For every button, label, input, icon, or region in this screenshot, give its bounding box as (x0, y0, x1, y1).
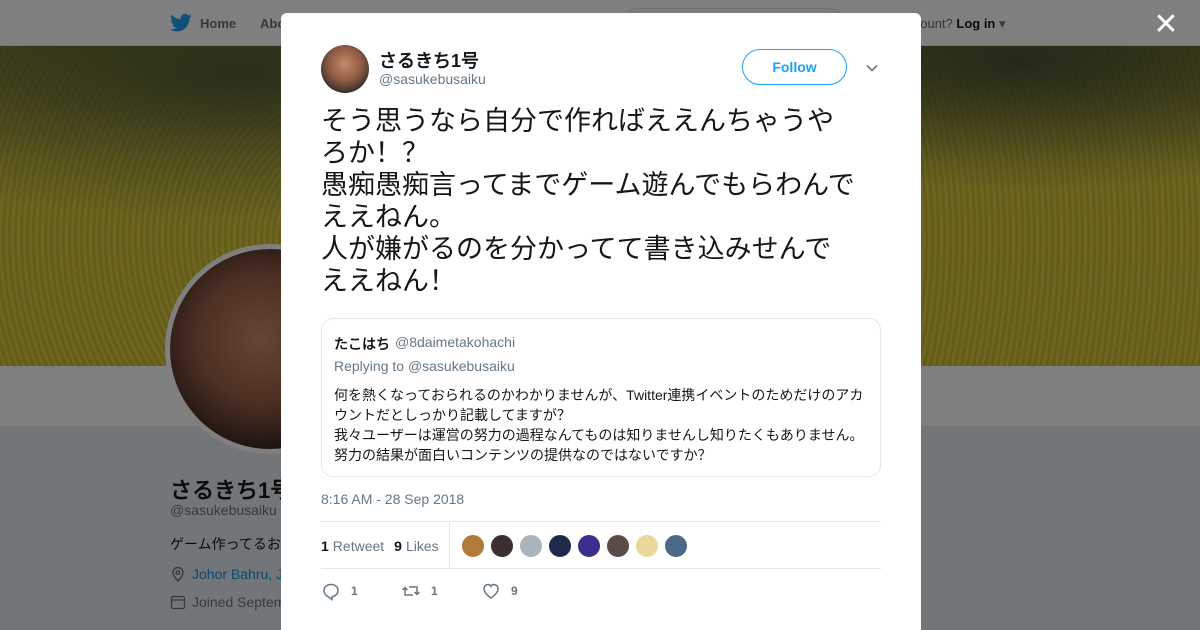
reply-button[interactable]: 1 (321, 581, 401, 601)
tweet-text: そう思うなら自分で作ればええんちゃうや ろか！？ 愚痴愚痴言ってまでゲーム遊んで… (321, 106, 855, 297)
retweet-count: 1 (431, 584, 438, 598)
close-icon[interactable]: ✕ (1152, 10, 1180, 40)
author-handle[interactable]: @sasukebusaiku (379, 71, 486, 87)
retweet-stat[interactable]: 1 Retweet (321, 538, 384, 554)
retweet-button[interactable]: 1 (401, 581, 481, 601)
like-count: 9 (511, 584, 518, 598)
liker-avatar[interactable] (489, 533, 514, 558)
reply-mention[interactable]: @sasukebusaiku (408, 358, 515, 374)
liker-avatar[interactable] (460, 533, 485, 558)
divider (448, 522, 450, 569)
retweet-stat-label: Retweet (332, 537, 385, 554)
likes-stat-label: Likes (405, 537, 439, 554)
divider (321, 568, 881, 569)
quote-text: 何を熱くなっておられるのかわかりませんが、Twitter連携イベントのためだけの… (334, 387, 864, 463)
liker-avatar[interactable] (605, 533, 630, 558)
tweet-actions: 1 1 9 (321, 581, 561, 601)
liker-avatar[interactable] (663, 533, 688, 558)
liker-avatar[interactable] (518, 533, 543, 558)
liker-avatar[interactable] (576, 533, 601, 558)
tweet-stats: 1 Retweet 9 Likes (321, 522, 881, 569)
heart-icon (483, 583, 499, 599)
follow-button[interactable]: Follow (742, 49, 847, 85)
liker-avatars (460, 533, 688, 558)
reply-icon (323, 583, 339, 601)
tweet-modal: さるきち1号 @sasukebusaiku Follow そう思うなら自分で作れ… (281, 13, 921, 630)
quoted-tweet[interactable]: たこはち @8daimetakohachi Replying to @sasuk… (321, 318, 881, 477)
reply-count: 1 (351, 584, 358, 598)
like-button[interactable]: 9 (481, 581, 561, 601)
likes-stat[interactable]: 9 Likes (394, 538, 438, 554)
tweet-timestamp[interactable]: 8:16 AM - 28 Sep 2018 (321, 491, 464, 507)
retweet-stat-count: 1 (321, 537, 329, 554)
liker-avatar[interactable] (634, 533, 659, 558)
chevron-down-icon[interactable] (865, 61, 879, 75)
retweet-icon (401, 586, 421, 596)
liker-avatar[interactable] (547, 533, 572, 558)
quote-author-name: たこはち (334, 336, 390, 352)
reply-prefix: Replying to (334, 358, 405, 374)
author-name[interactable]: さるきち1号 (379, 47, 479, 73)
author-avatar[interactable] (321, 45, 369, 93)
likes-stat-count: 9 (394, 537, 402, 554)
quote-replying-to: Replying to @sasukebusaiku (334, 358, 515, 374)
quote-author-handle: @8daimetakohachi (395, 334, 516, 350)
